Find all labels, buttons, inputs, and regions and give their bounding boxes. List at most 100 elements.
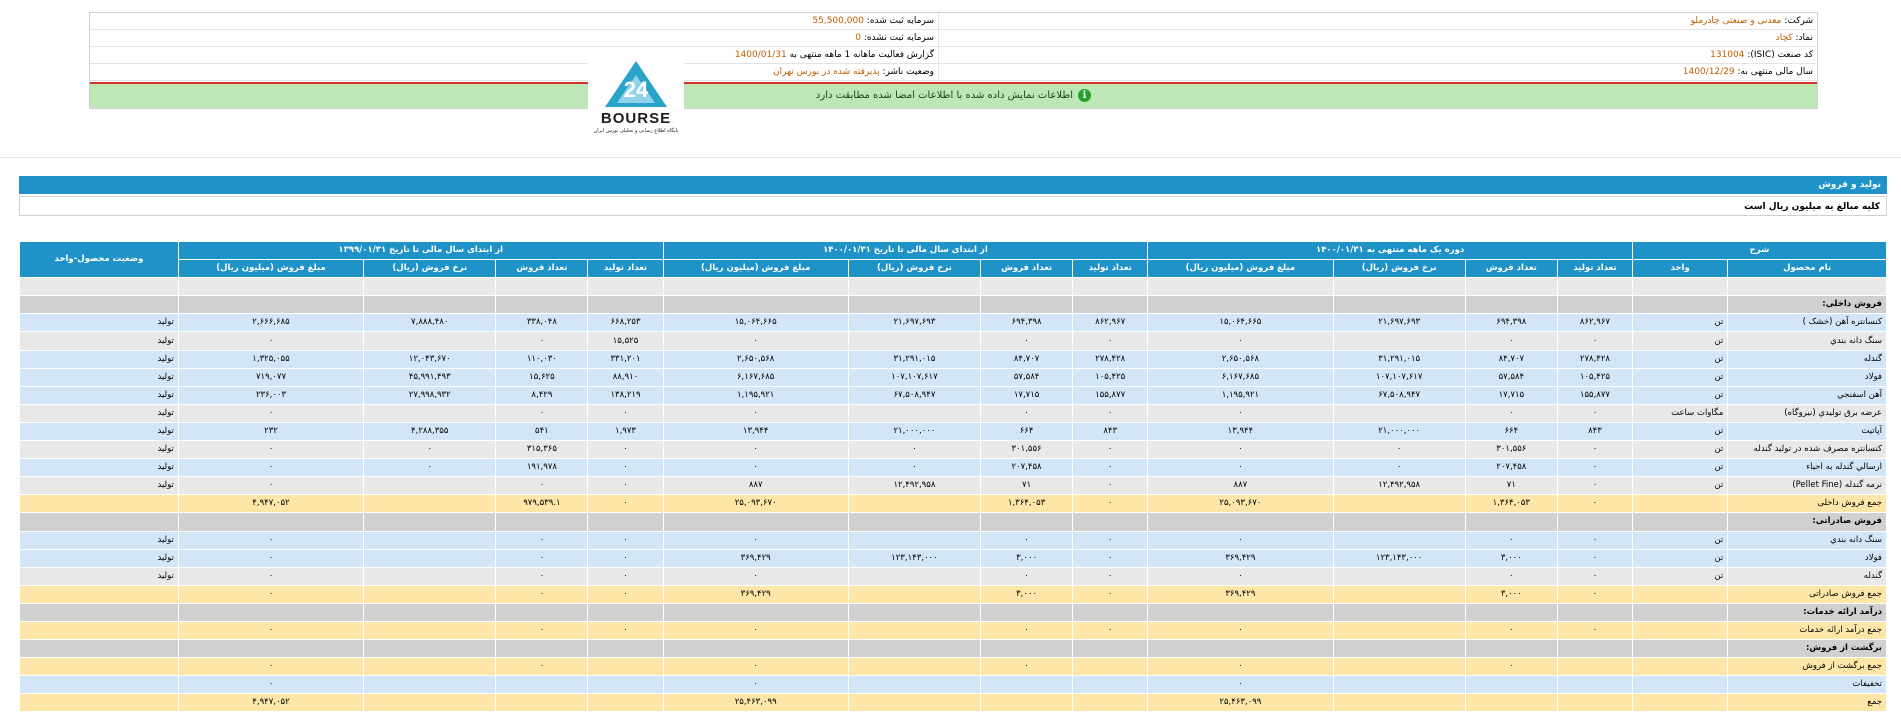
value-cell [662, 602, 849, 622]
status-cell [19, 277, 179, 297]
unit-cell [1631, 675, 1729, 695]
table-body: فروش داخلی: کنسانتره آهن (خشک ) تن ۸۶۲,۹۶۷ ۶… [19, 277, 1887, 712]
column-header: مبلغ فروش (میلیون ریال) [1147, 259, 1334, 279]
value-cell [363, 566, 497, 586]
status-cell [19, 584, 179, 604]
value-cell [177, 277, 365, 297]
value-cell: ۱۲,۰۴۳,۶۷۰ [363, 349, 497, 369]
status-cell [19, 657, 179, 677]
production-sales-table: شرح دوره یک ماهه منتهی به ۱۴۰۰/۰۱/۳۱ از … [19, 240, 1887, 712]
value-cell [1147, 639, 1334, 659]
value-cell [177, 295, 365, 315]
value-cell: ۲۱,۰۰۰,۰۰۰ [1332, 421, 1466, 442]
value-cell [363, 476, 497, 496]
status-cell: تولید [19, 331, 179, 351]
value-cell [1332, 584, 1466, 604]
value-cell: ۷,۸۸۸,۴۸۰ [363, 313, 497, 333]
value-cell: ۳۶۹,۴۲۹ [1147, 548, 1334, 568]
value-cell: ۰ [1147, 458, 1334, 478]
value-cell: ۱۳,۹۴۴ [1147, 421, 1334, 442]
table-row: سنگ دانه بندي تن ۰ ۰ ۰ ۰ ۰ ۰ ۰ ۰ ۰ تولید [19, 530, 1887, 550]
value-cell [847, 277, 982, 297]
status-cell [19, 602, 179, 622]
value-cell: ۰ [1556, 566, 1634, 586]
unit-cell [1631, 494, 1729, 514]
status-cell: تولید [19, 367, 179, 387]
value-cell: ۰ [1556, 440, 1634, 460]
value-cell: ۲۰۷,۴۵۸ [980, 458, 1074, 478]
value-cell [1332, 403, 1466, 423]
value-cell: ۰ [177, 530, 365, 550]
value-cell: ۳۳۱,۲۰۱ [587, 349, 664, 369]
unit-cell [1631, 657, 1729, 677]
value-cell: ۰ [177, 403, 365, 423]
status-cell: تولید [19, 421, 179, 442]
value-cell: ۰ [495, 548, 589, 568]
value-cell: ۰ [1147, 620, 1334, 641]
value-cell [662, 277, 849, 297]
unit-cell: تن [1631, 313, 1729, 333]
column-header: تعداد تولید [587, 259, 664, 279]
value-cell [980, 512, 1074, 532]
value-cell: ۰ [1464, 530, 1558, 550]
value-cell: ۳۶۹,۴۲۹ [1147, 584, 1334, 604]
table-row: آپاتيت تن ۸۴۳ ۶۶۴ ۲۱,۰۰۰,۰۰۰ ۱۳,۹۴۴ ۸۴۳ ۶۶۴ ۲۱,۰… [19, 421, 1887, 442]
column-header: مبلغ فروش (میلیون ریال) [177, 259, 365, 279]
value-cell [847, 620, 982, 641]
product-name-cell: عرضه برق توليدي (نيروگاه) [1727, 403, 1887, 423]
value-cell: ۳۳۸,۰۴۸ [495, 313, 589, 333]
table-row: سنگ دانه بندي تن ۰ ۰ ۰ ۰ ۰ ۰ ۱۵,۵۲۵ ۰ ۰ تولید [19, 331, 1887, 351]
info-row: شرکت: معدنی و صنعتی چادرملو سرمایه ثبت ش… [90, 13, 1817, 30]
amount-unit-note: کلیه مبالغ به میلیون ریال است [19, 196, 1887, 216]
value-cell: ۰ [662, 440, 849, 460]
value-cell: ۵۷,۵۸۴ [980, 367, 1074, 387]
status-cell: تولید [19, 530, 179, 550]
value-cell [363, 657, 497, 677]
value-cell [1332, 331, 1466, 351]
value-cell: ۰ [1556, 530, 1634, 550]
unit-cell: تن [1631, 367, 1729, 387]
page-separator [0, 157, 1901, 158]
product-name-cell: تخفیفات [1727, 675, 1887, 695]
value-cell: ۲۳۲ [177, 421, 365, 442]
value-cell: ۶۶۴ [1464, 421, 1558, 442]
value-cell: ۱۵,۶۲۵ [495, 367, 589, 387]
value-cell: ۰ [587, 476, 664, 496]
value-cell [1556, 639, 1634, 659]
value-cell [1464, 277, 1558, 297]
value-cell: ۰ [177, 458, 365, 478]
value-cell: ۴,۹۴۷,۰۵۲ [177, 693, 365, 712]
value-cell [1556, 277, 1634, 297]
value-cell: ۰ [1072, 403, 1149, 423]
status-cell [19, 675, 179, 695]
value-cell: ۰ [1332, 458, 1466, 478]
value-cell: ۱۵۵,۸۷۷ [1072, 385, 1149, 405]
value-cell: ۱۵۵,۸۷۷ [1556, 385, 1634, 405]
value-cell [847, 530, 982, 550]
column-header: تعداد فروش [980, 259, 1074, 279]
value-cell [177, 639, 365, 659]
value-cell: ۰ [1072, 620, 1149, 641]
value-cell: ۰ [1147, 657, 1334, 677]
table-row: نرمه گندله (Pellet Fine) تن ۰ ۷۱ ۱۲,۴۹۲,۹۵۸ ۸… [19, 476, 1887, 496]
value-cell: ۲,۶۵۰,۵۶۸ [662, 349, 849, 369]
value-cell: ۳,۰۰۰ [1464, 584, 1558, 604]
value-cell: ۰ [980, 566, 1074, 586]
value-cell: ۰ [587, 440, 664, 460]
value-cell [495, 512, 589, 532]
value-cell: ۱,۱۹۵,۹۲۱ [1147, 385, 1334, 405]
value-cell [587, 277, 664, 297]
value-cell: ۱۲۳,۱۴۳,۰۰۰ [847, 548, 982, 568]
isic-code-field: کد صنعت (ISIC): 131004 [1710, 50, 1813, 60]
table-row [19, 277, 1887, 297]
section-header-row: فروش داخلی: [19, 295, 1887, 315]
value-cell: ۰ [1464, 566, 1558, 586]
table-row: گندله تن ۰ ۰ ۰ ۰ ۰ ۰ ۰ ۰ ۰ تولید [19, 566, 1887, 586]
value-cell [363, 331, 497, 351]
total-row: جمع فروش داخلی ۰ ۱,۳۶۴,۰۵۳ ۲۵,۰۹۳,۶۷۰ ۰ ۱,۳۶۴… [19, 494, 1887, 514]
column-header: تعداد فروش [1464, 259, 1558, 279]
value-cell [847, 331, 982, 351]
value-cell: ۱۲۳,۱۴۳,۰۰۰ [1332, 548, 1466, 568]
value-cell: ۱,۳۲۵,۰۵۵ [177, 349, 365, 369]
svg-text:24: 24 [624, 77, 649, 102]
